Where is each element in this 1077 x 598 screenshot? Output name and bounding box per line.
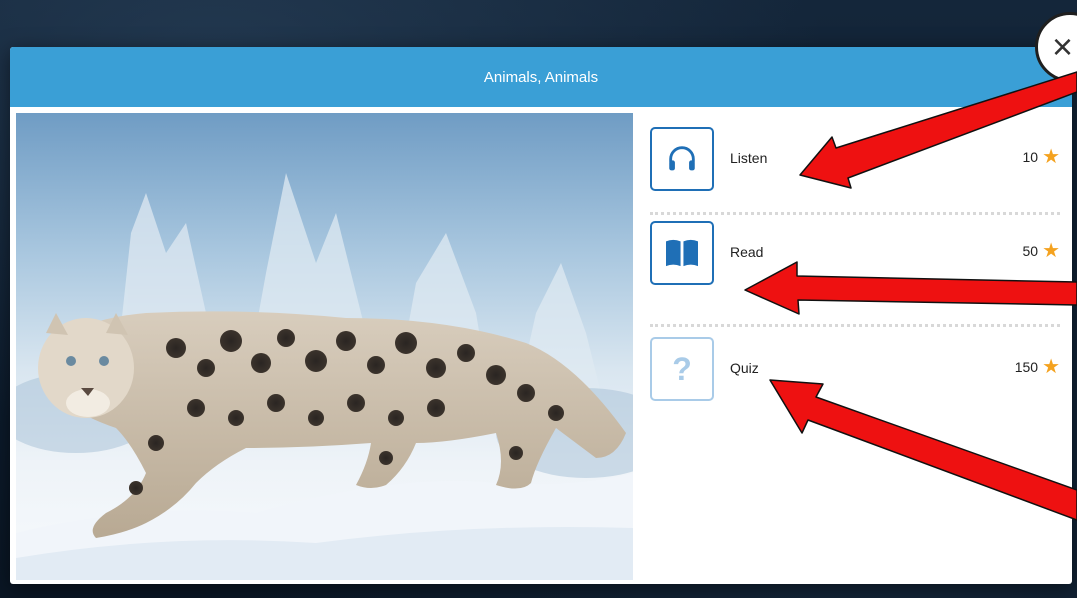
activity-list: Listen 10 ★ Read 50 ★ ? Quiz 150 ★ xyxy=(650,113,1060,429)
book-icon xyxy=(666,239,698,267)
read-button[interactable] xyxy=(650,221,714,285)
modal-title: Animals, Animals xyxy=(483,68,599,86)
activity-modal: Animals, Animals Listen 10 ★ Read 50 ★ ?… xyxy=(10,47,1072,584)
activity-label: Quiz xyxy=(730,360,759,376)
activity-read[interactable]: Read 50 ★ xyxy=(650,215,1060,327)
quiz-button: ? xyxy=(650,337,714,401)
question-icon: ? xyxy=(672,350,692,387)
activity-points: 150 ★ xyxy=(1014,356,1060,378)
hero-image xyxy=(16,113,633,580)
star-icon: ★ xyxy=(1042,356,1060,378)
activity-listen[interactable]: Listen 10 ★ xyxy=(650,113,1060,215)
activity-quiz: ? Quiz 150 ★ xyxy=(650,327,1060,429)
activity-label: Read xyxy=(730,244,764,260)
points-value: 150 xyxy=(1014,359,1039,375)
modal-header: Animals, Animals xyxy=(10,47,1072,107)
points-value: 10 xyxy=(1022,149,1039,165)
listen-button[interactable] xyxy=(650,127,714,191)
points-value: 50 xyxy=(1022,243,1039,259)
activity-points: 50 ★ xyxy=(1022,240,1060,262)
snow-leopard-illustration xyxy=(16,173,633,580)
activity-label: Listen xyxy=(730,150,768,166)
headphones-icon xyxy=(669,146,695,171)
activity-points: 10 ★ xyxy=(1022,146,1060,168)
star-icon: ★ xyxy=(1042,240,1060,262)
star-icon: ★ xyxy=(1042,146,1060,168)
close-icon: × xyxy=(1052,26,1074,67)
